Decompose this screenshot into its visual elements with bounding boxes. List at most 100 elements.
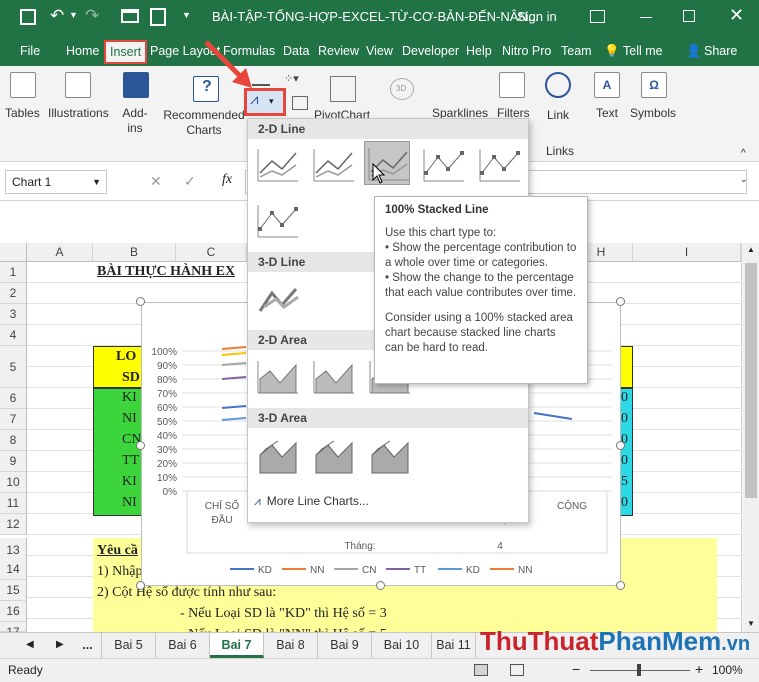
- zoom-level[interactable]: 100%: [712, 663, 743, 677]
- chart-thumb-3d-line[interactable]: [254, 277, 300, 321]
- ribbon-display-icon[interactable]: [590, 10, 605, 23]
- tables-button[interactable]: Tables: [5, 106, 40, 120]
- cell-cyan-9[interactable]: 0: [621, 453, 628, 469]
- minimize-icon[interactable]: [640, 17, 652, 18]
- tab-developer[interactable]: Developer: [402, 44, 459, 58]
- sheet-tab-bai-7[interactable]: Bai 7: [210, 633, 264, 658]
- sheet-tab-bai-11[interactable]: Bai 11: [432, 633, 476, 658]
- tab-team[interactable]: Team: [561, 44, 592, 58]
- resize-handle[interactable]: [136, 297, 145, 306]
- tab-nitro-pro[interactable]: Nitro Pro: [502, 44, 551, 58]
- row-header-10[interactable]: 10: [0, 472, 27, 493]
- column-header-i[interactable]: I: [633, 243, 741, 262]
- zoom-in-icon[interactable]: +: [695, 661, 703, 677]
- sheet-corner[interactable]: [0, 243, 27, 262]
- cell-b14[interactable]: 1) Nhập: [97, 564, 143, 580]
- cell-b15[interactable]: 2) Cột Hệ số được tính như sau:: [97, 585, 276, 601]
- chart-thumb-stacked-area[interactable]: [310, 355, 356, 399]
- zoom-slider-thumb[interactable]: [637, 664, 641, 676]
- row-header-3[interactable]: 3: [0, 304, 27, 325]
- name-box[interactable]: Chart 1 ▼: [5, 170, 107, 194]
- cell-green-9[interactable]: TT: [122, 453, 139, 469]
- row-header-2[interactable]: 2: [0, 283, 27, 304]
- chart-thumb-100-stacked-line-markers[interactable]: [254, 199, 300, 243]
- resize-handle[interactable]: [376, 581, 385, 590]
- expand-formula-icon[interactable]: ⌄: [740, 174, 748, 185]
- chart-thumb-100-stacked-line[interactable]: [364, 141, 410, 185]
- row-header-1[interactable]: 1: [0, 262, 27, 283]
- row-header-7[interactable]: 7: [0, 409, 27, 430]
- symbols-icon[interactable]: Ω: [641, 72, 667, 98]
- scroll-up-icon[interactable]: ▲: [747, 245, 755, 254]
- chart-thumb-stacked-line-markers[interactable]: [476, 143, 522, 187]
- cell-b1[interactable]: BÀI THỰC HÀNH EX: [97, 264, 235, 280]
- sheet-tab-bai-9[interactable]: Bai 9: [318, 633, 372, 658]
- cell-green-6[interactable]: KI: [122, 390, 137, 406]
- column-header-c[interactable]: C: [176, 243, 247, 262]
- sheet-tab-bai-8[interactable]: Bai 8: [264, 633, 318, 658]
- maximize-icon[interactable]: [683, 10, 695, 22]
- undo-icon[interactable]: ↶: [50, 6, 64, 26]
- sheet-tab-ellipsis[interactable]: ...: [74, 633, 102, 658]
- normal-view-icon[interactable]: [474, 664, 488, 676]
- column-header-a[interactable]: A: [27, 243, 93, 262]
- cell-b13[interactable]: Yêu cầ: [97, 543, 138, 559]
- text-button[interactable]: Text: [596, 106, 618, 120]
- page-layout-view-icon[interactable]: [510, 664, 524, 676]
- tell-me-box[interactable]: Tell me: [623, 44, 663, 58]
- cell-cyan-10[interactable]: 5: [621, 474, 628, 490]
- chart-thumb-3d-stacked-area[interactable]: [310, 433, 356, 477]
- chart-thumb-3d-100-stacked-area[interactable]: [366, 433, 412, 477]
- save-icon[interactable]: [20, 9, 36, 25]
- name-box-dropdown-icon[interactable]: ▼: [92, 177, 101, 187]
- combo-chart-icon[interactable]: [292, 96, 308, 110]
- chart-thumb-stacked-line[interactable]: [310, 143, 356, 187]
- zoom-out-icon[interactable]: −: [572, 661, 580, 677]
- pivotchart-icon[interactable]: [330, 76, 356, 102]
- tab-insert[interactable]: Insert: [104, 40, 148, 64]
- resize-handle[interactable]: [136, 581, 145, 590]
- insert-function-button[interactable]: fx: [222, 172, 232, 188]
- collapse-ribbon-icon[interactable]: ^: [741, 148, 746, 159]
- text-icon[interactable]: A: [594, 72, 620, 98]
- cell-b5[interactable]: SD: [122, 370, 140, 386]
- sheet-tab-bai-6[interactable]: Bai 6: [156, 633, 210, 658]
- row-header-5[interactable]: 5: [0, 346, 27, 388]
- row-header-17[interactable]: 17: [0, 622, 27, 639]
- tab-file[interactable]: File: [20, 44, 40, 58]
- tab-view[interactable]: View: [366, 44, 393, 58]
- illustrations-icon[interactable]: [65, 72, 91, 98]
- row-header-12[interactable]: 12: [0, 514, 27, 535]
- resize-handle[interactable]: [136, 441, 145, 450]
- cell-cyan-6[interactable]: 0: [621, 390, 628, 406]
- prev-sheet-icon[interactable]: ◀: [26, 639, 34, 650]
- cell-green-10[interactable]: KI: [122, 474, 137, 490]
- row-header-15[interactable]: 15: [0, 580, 27, 601]
- cell-cyan-7[interactable]: 0: [621, 411, 628, 427]
- resize-handle[interactable]: [616, 441, 625, 450]
- chart-thumb-line[interactable]: [254, 143, 300, 187]
- close-icon[interactable]: ✕: [729, 5, 744, 26]
- row-header-14[interactable]: 14: [0, 559, 27, 580]
- cell-cyan-11[interactable]: 0: [621, 495, 628, 511]
- undo-dropdown-icon[interactable]: ▼: [69, 10, 78, 20]
- enter-icon[interactable]: ✓: [184, 173, 196, 190]
- chart-thumb-line-markers[interactable]: [420, 143, 466, 187]
- customize-qat-icon[interactable]: ▼: [182, 10, 191, 20]
- chart-thumb-area[interactable]: [254, 355, 300, 399]
- sign-in-link[interactable]: Sign in: [517, 9, 557, 24]
- tab-home[interactable]: Home: [66, 44, 99, 58]
- filters-icon[interactable]: [499, 72, 525, 98]
- resize-handle[interactable]: [616, 297, 625, 306]
- addins-button[interactable]: Add-ins: [118, 106, 152, 136]
- sheet-tab-bai-5[interactable]: Bai 5: [102, 633, 156, 658]
- row-header-11[interactable]: 11: [0, 493, 27, 514]
- scrollbar-thumb[interactable]: [745, 263, 757, 498]
- row-header-8[interactable]: 8: [0, 430, 27, 451]
- tab-help[interactable]: Help: [466, 44, 492, 58]
- open-folder-icon[interactable]: [121, 9, 139, 23]
- row-header-16[interactable]: 16: [0, 601, 27, 622]
- 3d-map-button[interactable]: 3D: [396, 84, 406, 93]
- chart-thumb-3d-area[interactable]: [254, 433, 300, 477]
- yellow-header-cells-right[interactable]: [620, 346, 633, 388]
